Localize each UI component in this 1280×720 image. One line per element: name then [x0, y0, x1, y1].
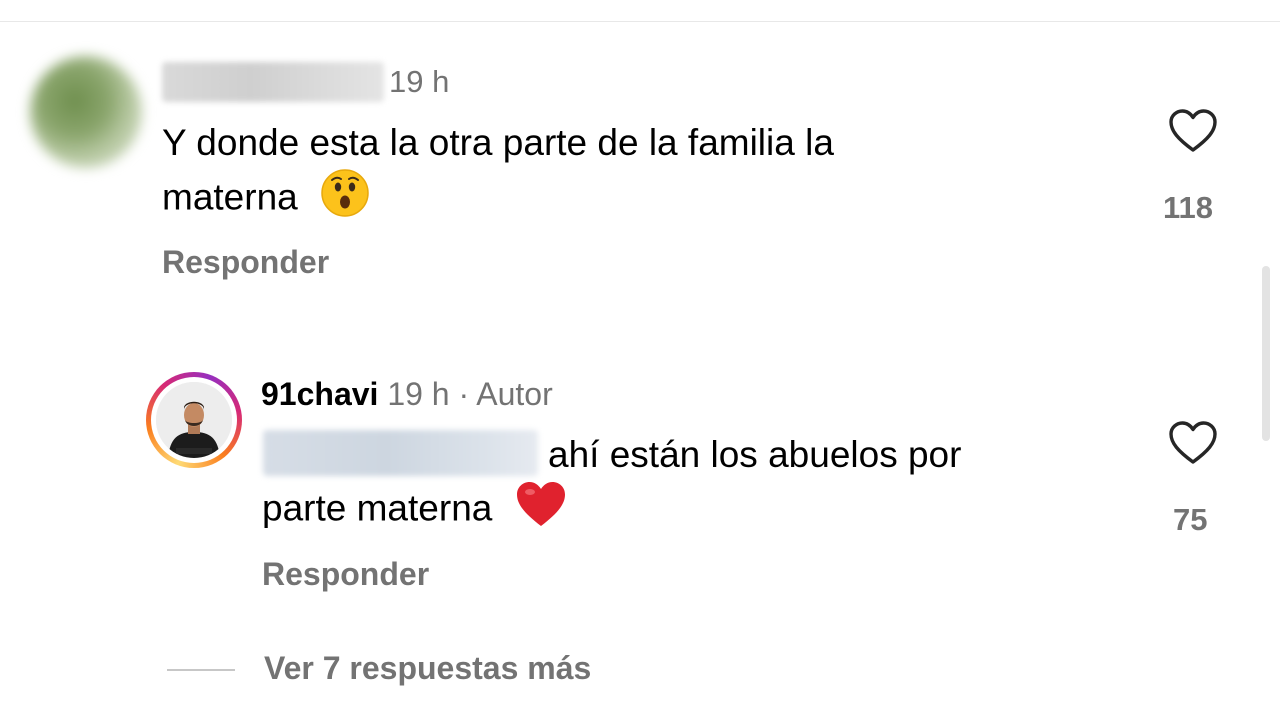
avatar-ring-gap	[151, 377, 237, 463]
astonished-face-icon	[320, 168, 370, 231]
comment-text-line-2: materna	[162, 168, 370, 231]
comment-header: 91chavi 19 h · Autor	[261, 376, 553, 413]
view-replies-divider	[167, 669, 235, 671]
username-link[interactable]: 91chavi	[261, 376, 378, 412]
avatar-story-ring[interactable]	[146, 372, 242, 468]
comment-text: parte materna	[262, 487, 493, 529]
red-heart-icon	[515, 480, 567, 541]
avatar	[156, 382, 232, 458]
scrollbar[interactable]	[1262, 266, 1270, 441]
reply-button[interactable]: Responder	[162, 244, 329, 281]
comment-text-line-1: Y donde esta la otra parte de la familia…	[162, 122, 834, 163]
comment-text-line-1: ahí están los abuelos por	[548, 434, 962, 475]
like-count: 118	[1163, 190, 1214, 225]
mention-redacted[interactable]	[263, 430, 538, 476]
view-more-replies-button[interactable]: Ver 7 respuestas más	[264, 650, 591, 687]
comment-meta: 19 h · Autor	[387, 376, 553, 412]
comment-text: materna	[162, 176, 298, 218]
heart-icon[interactable]	[1168, 420, 1218, 471]
comment-time: 19 h	[389, 64, 450, 99]
username-redacted	[162, 62, 384, 102]
top-divider	[0, 21, 1280, 22]
reply-button[interactable]: Responder	[262, 556, 429, 593]
avatar[interactable]	[30, 56, 142, 168]
comment-text-line-2: parte materna	[262, 480, 567, 541]
heart-icon[interactable]	[1168, 108, 1218, 159]
like-count: 75	[1173, 502, 1208, 537]
